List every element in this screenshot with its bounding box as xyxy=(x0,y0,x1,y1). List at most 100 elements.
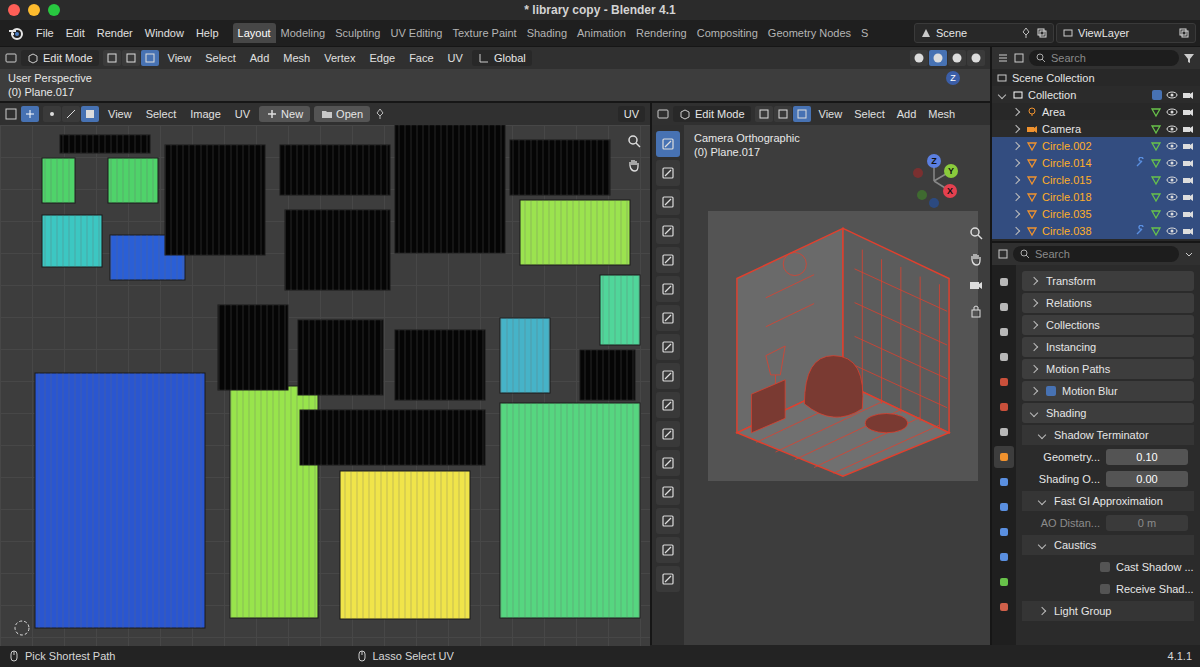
uv-island[interactable] xyxy=(285,210,390,290)
uv-island[interactable] xyxy=(42,158,75,203)
cursor-icon[interactable] xyxy=(15,621,29,635)
gizmo-z-axis[interactable]: Z xyxy=(927,154,941,168)
expand-toggle[interactable] xyxy=(1030,277,1038,285)
object-data-icon[interactable] xyxy=(1150,225,1162,237)
viewport-canvas[interactable]: Camera Orthographic(0) Plane.017ZYX xyxy=(684,125,990,645)
object-data-icon[interactable] xyxy=(1150,157,1162,169)
object-data-icon[interactable] xyxy=(1150,208,1162,220)
tool-button[interactable] xyxy=(656,218,680,244)
uv-island[interactable] xyxy=(60,135,150,153)
panel-header[interactable]: Transform xyxy=(1022,271,1194,291)
number-field[interactable]: 0 m xyxy=(1106,515,1188,531)
pin-icon[interactable] xyxy=(374,108,386,120)
header-menu[interactable]: Edge xyxy=(364,50,400,66)
uv-island[interactable] xyxy=(520,200,630,265)
checkbox-row[interactable]: Receive Shad... xyxy=(1022,579,1194,599)
subpanel-header[interactable]: Caustics xyxy=(1022,535,1194,555)
outliner-row[interactable]: Circle.014 xyxy=(992,154,1200,171)
header-menu[interactable]: Mesh xyxy=(924,106,959,122)
shading-button[interactable] xyxy=(910,50,928,66)
zoom-icon[interactable] xyxy=(968,225,984,241)
outliner-row[interactable]: Circle.035 xyxy=(992,205,1200,222)
header-menu[interactable]: Select xyxy=(200,50,241,66)
expand-toggle[interactable] xyxy=(1012,124,1020,132)
menu-item[interactable]: Render xyxy=(91,25,139,41)
workspace-tab[interactable]: Animation xyxy=(572,23,631,43)
object-data-icon[interactable] xyxy=(1150,123,1162,135)
uv-island[interactable] xyxy=(600,275,640,345)
editor-type-icon[interactable] xyxy=(657,108,669,120)
workspace-tab[interactable]: Layout xyxy=(233,23,276,43)
object-name[interactable]: Circle.018 xyxy=(1042,191,1092,203)
shading-button[interactable] xyxy=(967,50,985,66)
mode-dropdown[interactable]: Edit Mode xyxy=(21,50,99,66)
workspace-tab[interactable]: UV Editing xyxy=(385,23,447,43)
properties-tab[interactable] xyxy=(994,496,1014,518)
tool-button[interactable] xyxy=(656,508,680,534)
properties-tab[interactable] xyxy=(994,471,1014,493)
outliner-row[interactable]: Circle.018 xyxy=(992,188,1200,205)
render-camera-icon[interactable] xyxy=(1182,157,1194,169)
uv-island[interactable] xyxy=(500,403,640,618)
tool-button[interactable] xyxy=(656,189,680,215)
eye-icon[interactable] xyxy=(1166,174,1178,186)
object-name[interactable]: Circle.002 xyxy=(1042,140,1092,152)
subpanel-header[interactable]: Light Group xyxy=(1022,601,1194,621)
close-button[interactable] xyxy=(8,4,20,16)
panel-header[interactable]: Shading xyxy=(1022,403,1194,423)
header-menu[interactable]: Add xyxy=(893,106,921,122)
uv-island[interactable] xyxy=(395,330,485,400)
panel-checkbox[interactable] xyxy=(1046,386,1056,396)
open-image-button[interactable]: Open xyxy=(314,106,370,122)
eye-icon[interactable] xyxy=(1166,208,1178,220)
properties-tab[interactable] xyxy=(994,371,1014,393)
uv-island[interactable] xyxy=(300,410,485,465)
expand-toggle[interactable] xyxy=(1030,321,1038,329)
render-camera-icon[interactable] xyxy=(1182,191,1194,203)
outliner-row[interactable]: Collection xyxy=(992,86,1200,103)
axis-gizmo[interactable]: Z xyxy=(946,71,960,85)
tool-button[interactable] xyxy=(656,363,680,389)
header-menu[interactable]: UV xyxy=(443,50,468,66)
header-menu[interactable]: Vertex xyxy=(319,50,360,66)
header-menu[interactable]: Select xyxy=(141,106,182,122)
tool-button[interactable] xyxy=(656,334,680,360)
expand-toggle[interactable] xyxy=(998,90,1006,98)
display-mode-icon[interactable] xyxy=(1013,52,1025,64)
expand-toggle[interactable] xyxy=(1038,541,1046,549)
properties-tab[interactable] xyxy=(994,521,1014,543)
gizmo-y-axis[interactable]: Y xyxy=(944,164,958,178)
tool-button[interactable] xyxy=(656,276,680,302)
object-data-icon[interactable] xyxy=(1150,191,1162,203)
outliner-search[interactable]: Search xyxy=(1029,50,1179,66)
zoom-icon[interactable] xyxy=(626,133,642,149)
gizmo-x-axis[interactable]: X xyxy=(943,184,957,198)
subpanel-header[interactable]: Shadow Terminator xyxy=(1022,425,1194,445)
panel-header[interactable]: Collections xyxy=(1022,315,1194,335)
top-viewport[interactable]: Edit ModeViewSelectAddMeshVertexEdgeFace… xyxy=(0,47,990,101)
tool-button[interactable] xyxy=(656,305,680,331)
header-menu[interactable]: Face xyxy=(404,50,438,66)
hand-icon[interactable] xyxy=(968,251,984,267)
properties-tab[interactable] xyxy=(994,596,1014,618)
editor-type-icon[interactable] xyxy=(997,52,1009,64)
eye-icon[interactable] xyxy=(1166,191,1178,203)
tool-button[interactable] xyxy=(656,160,680,186)
checkbox-row[interactable]: Cast Shadow ... xyxy=(1022,557,1194,577)
outliner-row[interactable]: Area xyxy=(992,103,1200,120)
render-camera-icon[interactable] xyxy=(1182,89,1194,101)
workspace-tab[interactable]: Rendering xyxy=(631,23,692,43)
select-mode-button[interactable] xyxy=(774,106,792,122)
properties-tab[interactable] xyxy=(994,421,1014,443)
scene-selector[interactable]: Scene xyxy=(914,23,1054,43)
eye-icon[interactable] xyxy=(1166,106,1178,118)
properties-tab[interactable] xyxy=(994,396,1014,418)
tool-button[interactable] xyxy=(656,450,680,476)
properties-tab[interactable] xyxy=(994,446,1014,468)
pin-icon[interactable] xyxy=(1020,27,1032,39)
expand-toggle[interactable] xyxy=(1030,299,1038,307)
properties-search[interactable]: Search xyxy=(1013,246,1179,262)
object-name[interactable]: Circle.014 xyxy=(1042,157,1092,169)
collection-checkbox[interactable] xyxy=(1152,90,1162,100)
tool-button[interactable] xyxy=(656,479,680,505)
